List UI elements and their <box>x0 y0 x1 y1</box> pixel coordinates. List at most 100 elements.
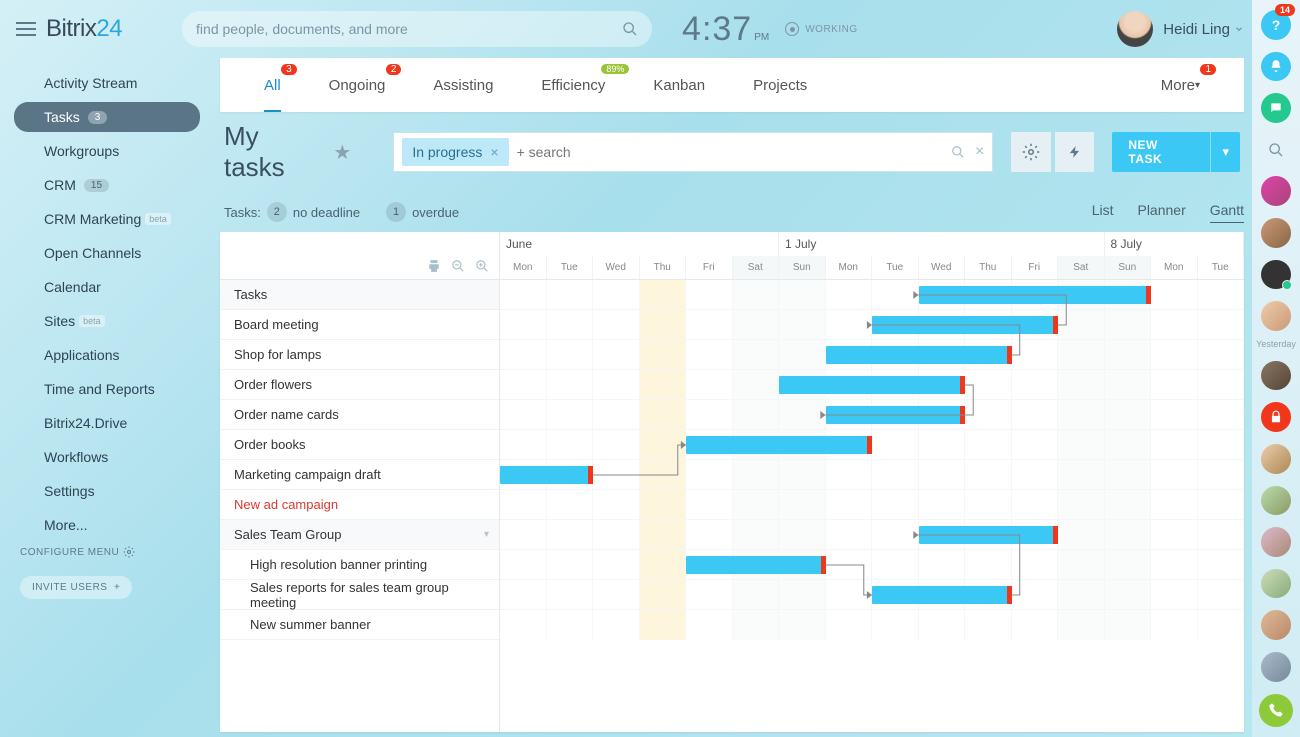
contact-avatar[interactable] <box>1261 486 1291 516</box>
sidebar-item-workgroups[interactable]: Workgroups <box>14 136 200 166</box>
chat-icon <box>1269 101 1283 115</box>
chat-button[interactable] <box>1261 93 1291 123</box>
view-list[interactable]: List <box>1092 202 1114 223</box>
gantt-task-row[interactable]: New summer banner <box>220 610 499 640</box>
filter-box[interactable]: In progress× × <box>393 132 993 172</box>
gantt-timeline-row[interactable] <box>500 370 1244 400</box>
rail-search-button[interactable] <box>1261 135 1291 165</box>
configure-menu-button[interactable]: CONFIGURE MENU <box>20 546 135 558</box>
gantt-timeline[interactable]: June1 July8 July MonTueWedThuFriSatSunMo… <box>500 232 1244 732</box>
zoom-out-icon[interactable] <box>451 259 465 273</box>
overdue-label[interactable]: overdue <box>412 205 459 220</box>
help-button[interactable]: ? 14 <box>1261 10 1291 40</box>
gantt-task-row[interactable]: Order flowers <box>220 370 499 400</box>
gantt-timeline-row[interactable] <box>500 430 1244 460</box>
sidebar-item-workflows[interactable]: Workflows <box>14 442 200 472</box>
lock-icon[interactable] <box>1261 402 1291 432</box>
gantt-task-row[interactable]: Order books <box>220 430 499 460</box>
sidebar-item-drive[interactable]: Bitrix24.Drive <box>14 408 200 438</box>
gantt-bar[interactable] <box>826 406 966 424</box>
gantt-task-row[interactable]: New ad campaign <box>220 490 499 520</box>
search-icon[interactable] <box>951 145 965 159</box>
working-status[interactable]: WORKING <box>785 22 857 36</box>
tab-more[interactable]: More ▾1 <box>1137 58 1224 112</box>
sidebar-item-time-reports[interactable]: Time and Reports <box>14 374 200 404</box>
settings-button[interactable] <box>1011 132 1051 172</box>
view-planner[interactable]: Planner <box>1137 202 1185 223</box>
gantt-bar[interactable] <box>826 346 1012 364</box>
menu-hamburger-icon[interactable] <box>16 22 36 36</box>
gantt-bar[interactable] <box>779 376 965 394</box>
gantt-timeline-row[interactable] <box>500 520 1244 550</box>
gantt-bar[interactable] <box>872 316 1058 334</box>
invite-users-button[interactable]: INVITE USERS + <box>20 576 132 599</box>
gantt-task-row[interactable]: Shop for lamps <box>220 340 499 370</box>
tab-all[interactable]: All3 <box>240 58 305 112</box>
gantt-task-row[interactable]: Sales reports for sales team group meeti… <box>220 580 499 610</box>
gantt-bar[interactable] <box>919 526 1059 544</box>
sidebar-item-crm[interactable]: CRM15 <box>14 170 200 200</box>
sidebar-item-more[interactable]: More... <box>14 510 200 540</box>
gantt-timeline-row[interactable] <box>500 280 1244 310</box>
gantt-task-row[interactable]: High resolution banner printing <box>220 550 499 580</box>
tab-projects[interactable]: Projects <box>729 58 831 112</box>
gantt-task-row[interactable]: Order name cards <box>220 400 499 430</box>
gantt-timeline-row[interactable] <box>500 550 1244 580</box>
sidebar-item-sites[interactable]: Sitesbeta <box>14 306 200 336</box>
contact-avatar[interactable] <box>1261 301 1291 331</box>
tab-efficiency[interactable]: Efficiency89% <box>517 58 629 112</box>
zoom-in-icon[interactable] <box>475 259 489 273</box>
gantt-timeline-row[interactable] <box>500 310 1244 340</box>
new-task-button[interactable]: NEW TASK ▾ <box>1112 132 1240 172</box>
contact-avatar[interactable] <box>1261 569 1291 599</box>
sidebar-item-calendar[interactable]: Calendar <box>14 272 200 302</box>
contact-avatar[interactable] <box>1261 527 1291 557</box>
contact-avatar[interactable] <box>1261 361 1291 391</box>
notifications-button[interactable] <box>1261 52 1291 82</box>
global-search[interactable] <box>182 11 652 47</box>
phone-button[interactable] <box>1259 694 1293 728</box>
user-menu[interactable]: Heidi Ling <box>1117 11 1244 47</box>
gantt-bar[interactable] <box>500 466 593 484</box>
sidebar-item-crm-marketing[interactable]: CRM Marketingbeta <box>14 204 200 234</box>
sidebar-item-activity-stream[interactable]: Activity Stream <box>14 68 200 98</box>
logo[interactable]: Bitrix24 <box>46 15 122 43</box>
gantt-timeline-row[interactable] <box>500 580 1244 610</box>
favorite-star-icon[interactable]: ★ <box>333 140 351 165</box>
no-deadline-label[interactable]: no deadline <box>293 205 360 220</box>
gantt-task-row[interactable]: Sales Team Group <box>220 520 499 550</box>
tab-ongoing[interactable]: Ongoing2 <box>305 58 410 112</box>
gantt-task-row[interactable]: Marketing campaign draft <box>220 460 499 490</box>
tab-assisting[interactable]: Assisting <box>409 58 517 112</box>
filter-search-input[interactable] <box>517 144 951 160</box>
gantt-bar[interactable] <box>872 586 1012 604</box>
sidebar-item-settings[interactable]: Settings <box>14 476 200 506</box>
search-icon[interactable] <box>622 21 638 37</box>
quick-action-button[interactable] <box>1055 132 1095 172</box>
contact-avatar[interactable] <box>1261 610 1291 640</box>
gantt-timeline-row[interactable] <box>500 460 1244 490</box>
contact-avatar[interactable] <box>1261 260 1291 290</box>
sidebar-item-applications[interactable]: Applications <box>14 340 200 370</box>
contact-avatar[interactable] <box>1261 652 1291 682</box>
gantt-timeline-row[interactable] <box>500 490 1244 520</box>
global-search-input[interactable] <box>196 21 622 37</box>
gantt-task-row[interactable]: Board meeting <box>220 310 499 340</box>
filter-chip-in-progress[interactable]: In progress× <box>402 138 508 166</box>
gantt-timeline-row[interactable] <box>500 400 1244 430</box>
new-task-dropdown[interactable]: ▾ <box>1210 132 1240 172</box>
clear-filter-icon[interactable]: × <box>975 143 984 161</box>
view-gantt[interactable]: Gantt <box>1210 202 1244 223</box>
contact-avatar[interactable] <box>1261 176 1291 206</box>
contact-avatar[interactable] <box>1261 444 1291 474</box>
contact-avatar[interactable] <box>1261 218 1291 248</box>
print-icon[interactable] <box>427 259 441 273</box>
sidebar-item-tasks[interactable]: Tasks3 <box>14 102 200 132</box>
gantt-timeline-row[interactable] <box>500 340 1244 370</box>
sidebar-item-open-channels[interactable]: Open Channels <box>14 238 200 268</box>
chip-remove-icon[interactable]: × <box>490 144 498 160</box>
gantt-bar[interactable] <box>686 436 872 454</box>
gantt-bar[interactable] <box>686 556 826 574</box>
tab-kanban[interactable]: Kanban <box>629 58 729 112</box>
gantt-bar[interactable] <box>919 286 1152 304</box>
